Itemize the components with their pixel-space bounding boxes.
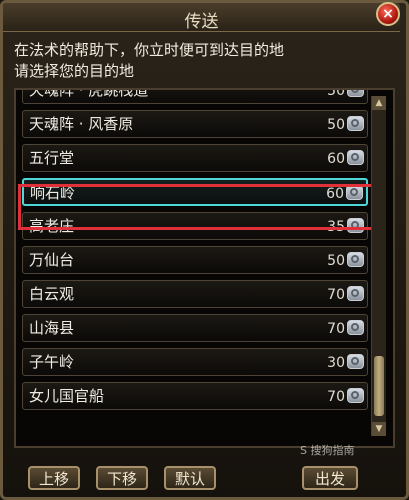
destination-row[interactable]: 山海县 70: [22, 314, 368, 342]
destination-row[interactable]: 女儿国官船 70: [22, 382, 368, 410]
destination-name: 女儿国官船: [29, 387, 105, 405]
window-title: 传送: [184, 12, 219, 32]
destination-name: 白云观: [29, 285, 75, 303]
destination-level: 50: [327, 253, 345, 269]
silver-coin-icon: [347, 90, 364, 97]
destination-row[interactable]: 子午岭 30: [22, 348, 368, 376]
destination-row[interactable]: 天魂阵 · 风香原 50: [22, 110, 368, 138]
depart-button[interactable]: 出发: [302, 466, 358, 490]
destination-level: 30: [327, 355, 345, 371]
destination-name: 五行堂: [29, 149, 75, 167]
silver-coin-icon: [347, 116, 364, 131]
destination-name: 天魂阵 · 风香原: [29, 115, 134, 133]
destination-name: 山海县: [29, 319, 75, 337]
move-down-button[interactable]: 下移: [96, 466, 148, 490]
list-scrollbar[interactable]: ▲ ▼: [371, 96, 386, 436]
destination-row[interactable]: 五行堂 60: [22, 144, 368, 172]
destination-list: 天魂阵 · 虎跳栈道 50 天魂阵 · 风香原 50 五行堂 60 响石岭 60 高老庄 35 万仙…: [14, 88, 395, 448]
destination-level: 50: [327, 117, 345, 133]
destination-level: 70: [327, 321, 345, 337]
silver-coin-icon: [347, 150, 364, 165]
destination-level: 70: [327, 287, 345, 303]
close-icon: ×: [382, 6, 394, 22]
destination-level: 60: [327, 151, 345, 167]
description-line-2: 请选择您的目的地: [14, 62, 135, 80]
description-line-1: 在法术的帮助下，你立时便可到达目的地: [14, 41, 285, 59]
default-button[interactable]: 默认: [164, 466, 216, 490]
silver-coin-icon: [347, 252, 364, 267]
close-button[interactable]: ×: [376, 2, 400, 26]
selection-highlight-annotation: [18, 184, 376, 230]
description-text: 在法术的帮助下，你立时便可到达目的地 请选择您的目的地: [14, 40, 394, 82]
destination-row[interactable]: 白云观 70: [22, 280, 368, 308]
destination-name: 万仙台: [29, 251, 75, 269]
silver-coin-icon: [347, 320, 364, 335]
destination-row[interactable]: 天魂阵 · 虎跳栈道 50: [22, 88, 368, 104]
scroll-down-arrow-icon[interactable]: ▼: [372, 422, 386, 436]
destination-level: 50: [327, 88, 345, 99]
silver-coin-icon: [347, 354, 364, 369]
destination-row[interactable]: 万仙台 50: [22, 246, 368, 274]
title-bar[interactable]: 传送: [3, 3, 400, 32]
destination-name: 子午岭: [29, 353, 75, 371]
watermark: S 搜狗指南: [300, 444, 355, 457]
silver-coin-icon: [347, 388, 364, 403]
silver-coin-icon: [347, 286, 364, 301]
scroll-up-arrow-icon[interactable]: ▲: [372, 96, 386, 110]
move-up-button[interactable]: 上移: [28, 466, 80, 490]
scroll-thumb[interactable]: [374, 356, 384, 416]
destination-name: 天魂阵 · 虎跳栈道: [29, 88, 149, 99]
destination-level: 70: [327, 389, 345, 405]
